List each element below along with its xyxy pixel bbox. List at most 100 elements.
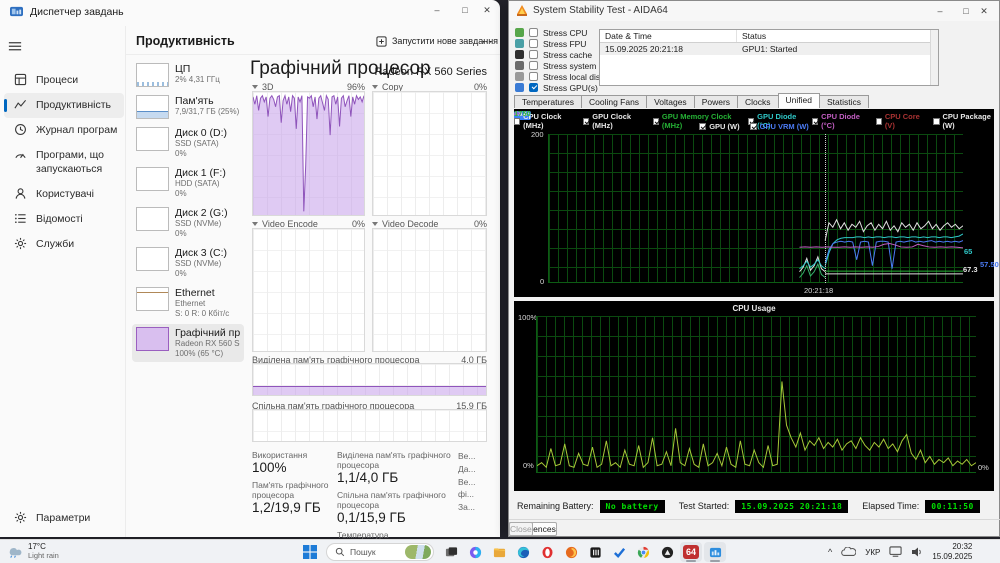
- taskbar: 17°C Light rain Пошук 64 ^ УКР 20:32 15.…: [0, 539, 1000, 563]
- checkbox[interactable]: [529, 39, 538, 48]
- checkbox[interactable]: [529, 72, 538, 81]
- chrome-icon[interactable]: [632, 542, 654, 562]
- aida64-titlebar[interactable]: System Stability Test - AIDA64 – □ ✕: [509, 1, 999, 21]
- checkbox[interactable]: [529, 50, 538, 59]
- performance-icon: [14, 98, 28, 112]
- window-title: System Stability Test - AIDA64: [533, 5, 668, 16]
- dialog-button[interactable]: Close: [509, 522, 533, 536]
- sidebar-item[interactable]: Користувачі: [4, 182, 124, 207]
- checkbox[interactable]: [699, 123, 707, 130]
- checkbox[interactable]: [529, 28, 538, 37]
- mini-chart-thumbnail: [136, 167, 169, 191]
- checkbox[interactable]: [529, 83, 538, 92]
- onedrive-cloud-icon[interactable]: [841, 547, 857, 557]
- tab[interactable]: Clocks: [737, 95, 779, 108]
- gpu-video-encode-chart: [252, 228, 365, 352]
- close-button[interactable]: ✕: [474, 0, 500, 20]
- legend-item[interactable]: GPU (W): [699, 122, 740, 131]
- y-axis-max-label: 200: [531, 130, 544, 139]
- mini-chart-thumbnail: [136, 207, 169, 231]
- task-view-icon[interactable]: [440, 542, 462, 562]
- divider: [126, 54, 500, 55]
- gpu-stats-column-1: Використання 100% Пам'ять графічного про…: [252, 450, 329, 515]
- dark-circle-app-icon[interactable]: [656, 542, 678, 562]
- mini-chart-thumbnail: [136, 95, 169, 119]
- status-value-display: 00:11:50: [925, 499, 980, 513]
- chevron-down-icon: [372, 85, 378, 89]
- performance-card[interactable]: Пам'ять 7,9/31,7 ГБ (25%): [132, 92, 244, 122]
- sidebar-item[interactable]: Програми, що запускаються: [4, 143, 124, 181]
- cpu-usage-panel: CPU Usage 100% 0% 0%: [514, 301, 994, 491]
- more-options-button[interactable]: ⋯: [478, 32, 496, 50]
- speaker-icon[interactable]: [911, 546, 923, 558]
- weather-temp: 17°C: [28, 542, 46, 551]
- log-table-header[interactable]: Date & Time Status: [600, 30, 938, 43]
- task-manager-titlebar[interactable]: Диспетчер завдань – □ ✕: [0, 0, 500, 24]
- clock[interactable]: 20:32 15.09.2025: [932, 542, 972, 561]
- network-icon[interactable]: [889, 546, 902, 558]
- language-indicator[interactable]: УКР: [865, 548, 880, 557]
- app-history-icon: [14, 123, 28, 137]
- series-value-label: 65: [964, 247, 973, 256]
- performance-card[interactable]: Диск 0 (D:) SSD (SATA) 0%: [132, 124, 244, 162]
- sidebar-footer: Параметри: [4, 506, 124, 531]
- mini-chart-thumbnail: [136, 287, 169, 311]
- copilot-icon[interactable]: [464, 542, 486, 562]
- performance-card[interactable]: Диск 2 (G:) SSD (NVMe) 0%: [132, 204, 244, 242]
- performance-card[interactable]: Ethernet Ethernet S: 0 R: 0 Кбіт/с: [132, 284, 244, 322]
- gpu-stats-column-truncated: Ве... Да... Ве... фі... За...: [458, 451, 476, 512]
- search-highlight-image[interactable]: [405, 545, 431, 559]
- check-app-icon[interactable]: [608, 542, 630, 562]
- gpu-copy-chart: [372, 91, 487, 216]
- stress-disk-icon: [515, 72, 524, 81]
- sidebar-item[interactable]: Журнал програм: [4, 118, 124, 143]
- sidebar-item[interactable]: Процеси: [4, 68, 124, 93]
- minimize-button[interactable]: –: [424, 0, 450, 20]
- y-axis-max-label: 100%: [518, 313, 538, 322]
- aida64-icon[interactable]: 64: [680, 542, 702, 562]
- performance-card[interactable]: Диск 1 (F:) HDD (SATA) 0%: [132, 164, 244, 202]
- sidebar-item[interactable]: Продуктивність: [4, 93, 124, 119]
- sidebar-item[interactable]: Служби: [4, 232, 124, 257]
- window-title: Диспетчер завдань: [30, 6, 124, 18]
- weather-desc: Light rain: [28, 551, 59, 560]
- status-item: Remaining Battery: No battery: [517, 499, 665, 513]
- checkbox[interactable]: [529, 61, 538, 70]
- services-icon: [14, 237, 28, 251]
- series-value-label: 67.3: [963, 265, 978, 274]
- performance-card[interactable]: Диск 3 (C:) SSD (NVMe) 0%: [132, 244, 244, 282]
- sidebar-item-settings[interactable]: Параметри: [4, 506, 124, 531]
- tray-chevron-up-icon[interactable]: ^: [828, 547, 832, 557]
- tab[interactable]: Powers: [693, 95, 739, 108]
- weather-widget[interactable]: 17°C Light rain: [6, 542, 59, 560]
- firefox-icon[interactable]: [560, 542, 582, 562]
- performance-card[interactable]: Графічний процесор Radeon RX 560 Series …: [132, 324, 244, 362]
- explorer-icon[interactable]: [488, 542, 510, 562]
- status-value-display: 15.09.2025 20:21:18: [735, 499, 849, 513]
- mini-chart-thumbnail: [136, 327, 169, 351]
- performance-card[interactable]: ЦП 2% 4,31 ГГц: [132, 60, 244, 90]
- search-input[interactable]: Пошук: [326, 543, 434, 561]
- minimize-button[interactable]: –: [927, 1, 953, 21]
- tab[interactable]: Temperatures: [514, 95, 582, 108]
- tab[interactable]: Statistics: [819, 95, 870, 108]
- task-manager-window: Диспетчер завдань – □ ✕ Процеси Продукти…: [0, 0, 500, 555]
- stress-cpu-icon: [515, 28, 524, 37]
- details-icon: [14, 212, 28, 226]
- task-manager-icon[interactable]: [704, 542, 726, 562]
- legend-item[interactable]: GPU VRM (W): [749, 122, 809, 131]
- table-scrollbar[interactable]: [930, 30, 938, 85]
- tab[interactable]: Voltages: [646, 95, 695, 108]
- hamburger-menu-button[interactable]: [8, 34, 34, 58]
- log-table-row[interactable]: 15.09.2025 20:21:18 GPU1: Started: [600, 43, 938, 55]
- stress-memory-icon: [515, 61, 524, 70]
- tab[interactable]: Cooling Fans: [580, 95, 648, 108]
- close-button[interactable]: ✕: [971, 1, 997, 21]
- sidebar-item[interactable]: Відомості: [4, 207, 124, 232]
- opera-icon[interactable]: [536, 542, 558, 562]
- media-app-icon[interactable]: [584, 542, 606, 562]
- checkbox[interactable]: [749, 123, 757, 130]
- tab[interactable]: Unified: [777, 93, 821, 108]
- edge-icon[interactable]: [512, 542, 534, 562]
- start-button[interactable]: [299, 542, 321, 562]
